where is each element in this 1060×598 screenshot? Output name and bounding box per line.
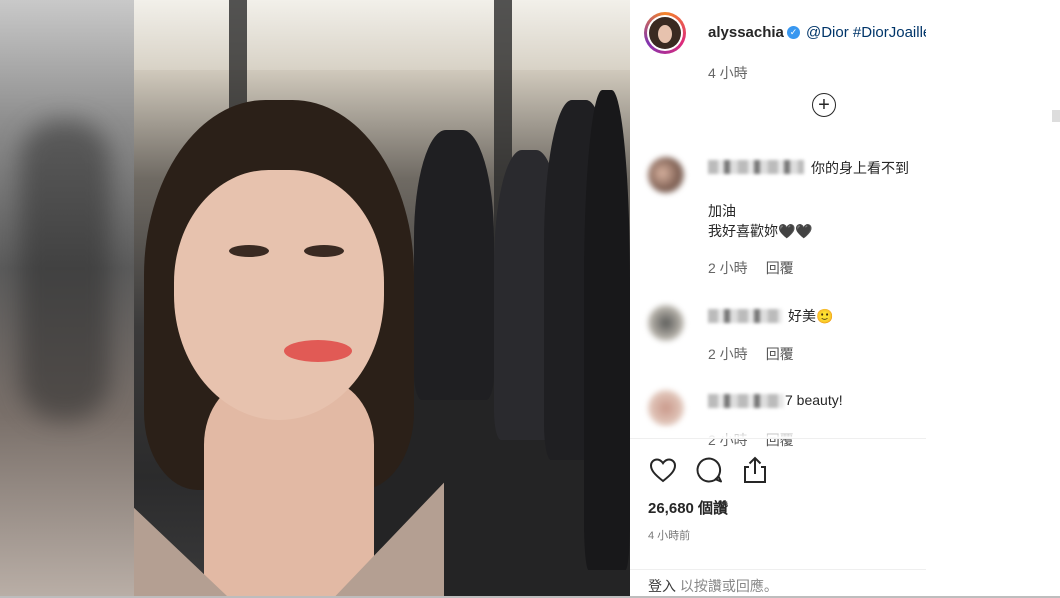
- action-bar: 26,680 個讚 4 小時前 登入 以按讚或回應。: [630, 438, 926, 597]
- comment-text: 7 beauty!: [785, 392, 843, 408]
- comment-meta: 2 小時 回覆: [708, 258, 794, 278]
- login-bar: 登入 以按讚或回應。: [630, 569, 926, 598]
- comment-time: 2 小時: [708, 260, 748, 276]
- post-age: 4 小時前: [648, 530, 691, 542]
- post-photo[interactable]: [134, 0, 630, 596]
- guest-silhouette: [414, 130, 494, 400]
- commenter-avatar[interactable]: [648, 157, 684, 193]
- comment-time: 2 小時: [708, 346, 748, 362]
- woman-face: [174, 170, 384, 420]
- login-prompt-text: 以按讚或回應。: [676, 578, 778, 594]
- guest-silhouette: [584, 90, 630, 570]
- login-link[interactable]: 登入: [648, 578, 676, 594]
- plus-circle-icon[interactable]: +: [812, 93, 836, 117]
- reply-button[interactable]: 回覆: [766, 346, 794, 362]
- share-icon[interactable]: [740, 455, 770, 485]
- comment-text: 好美🙂: [788, 308, 834, 324]
- blurred-backdrop: [0, 0, 134, 596]
- view-count[interactable]: 26,680 個讚: [648, 497, 728, 518]
- username-link[interactable]: alyssachia: [708, 24, 784, 41]
- comment-meta: 2 小時 回覆: [708, 344, 794, 364]
- post-header: alyssachia ✓ @Dior #DiorJoaillerie 4 小時 …: [630, 0, 926, 130]
- woman-lips: [284, 340, 352, 362]
- comment-icon[interactable]: [694, 455, 724, 485]
- scroll-edge: [1052, 110, 1060, 122]
- caption-link[interactable]: @Dior #DiorJoaillerie: [806, 24, 926, 41]
- comment-text-line: 我好喜歡妳🖤🖤: [708, 223, 813, 239]
- woman-eye: [304, 245, 344, 257]
- post-side-panel: alyssachia ✓ @Dior #DiorJoaillerie 4 小時 …: [630, 0, 926, 596]
- comment-text-line: 加油: [708, 203, 736, 219]
- commenter-name-redacted[interactable]: [708, 394, 784, 408]
- reply-button[interactable]: 回覆: [766, 260, 794, 276]
- store-ceiling: [134, 0, 630, 70]
- verified-icon: ✓: [787, 26, 800, 39]
- heart-icon[interactable]: [648, 455, 678, 485]
- woman-eye: [229, 245, 269, 257]
- commenter-avatar[interactable]: [648, 305, 684, 341]
- post-time: 4 小時: [708, 65, 748, 81]
- profile-avatar[interactable]: [644, 12, 686, 54]
- comments-fade: [630, 426, 926, 438]
- comment-text: 你的身上看不到: [811, 160, 909, 176]
- login-prompt: 登入 以按讚或回應。: [648, 576, 778, 596]
- commenter-avatar[interactable]: [648, 390, 684, 426]
- right-margin: [926, 0, 1060, 596]
- commenter-name-redacted[interactable]: [708, 309, 782, 323]
- commenter-name-redacted[interactable]: [708, 160, 804, 174]
